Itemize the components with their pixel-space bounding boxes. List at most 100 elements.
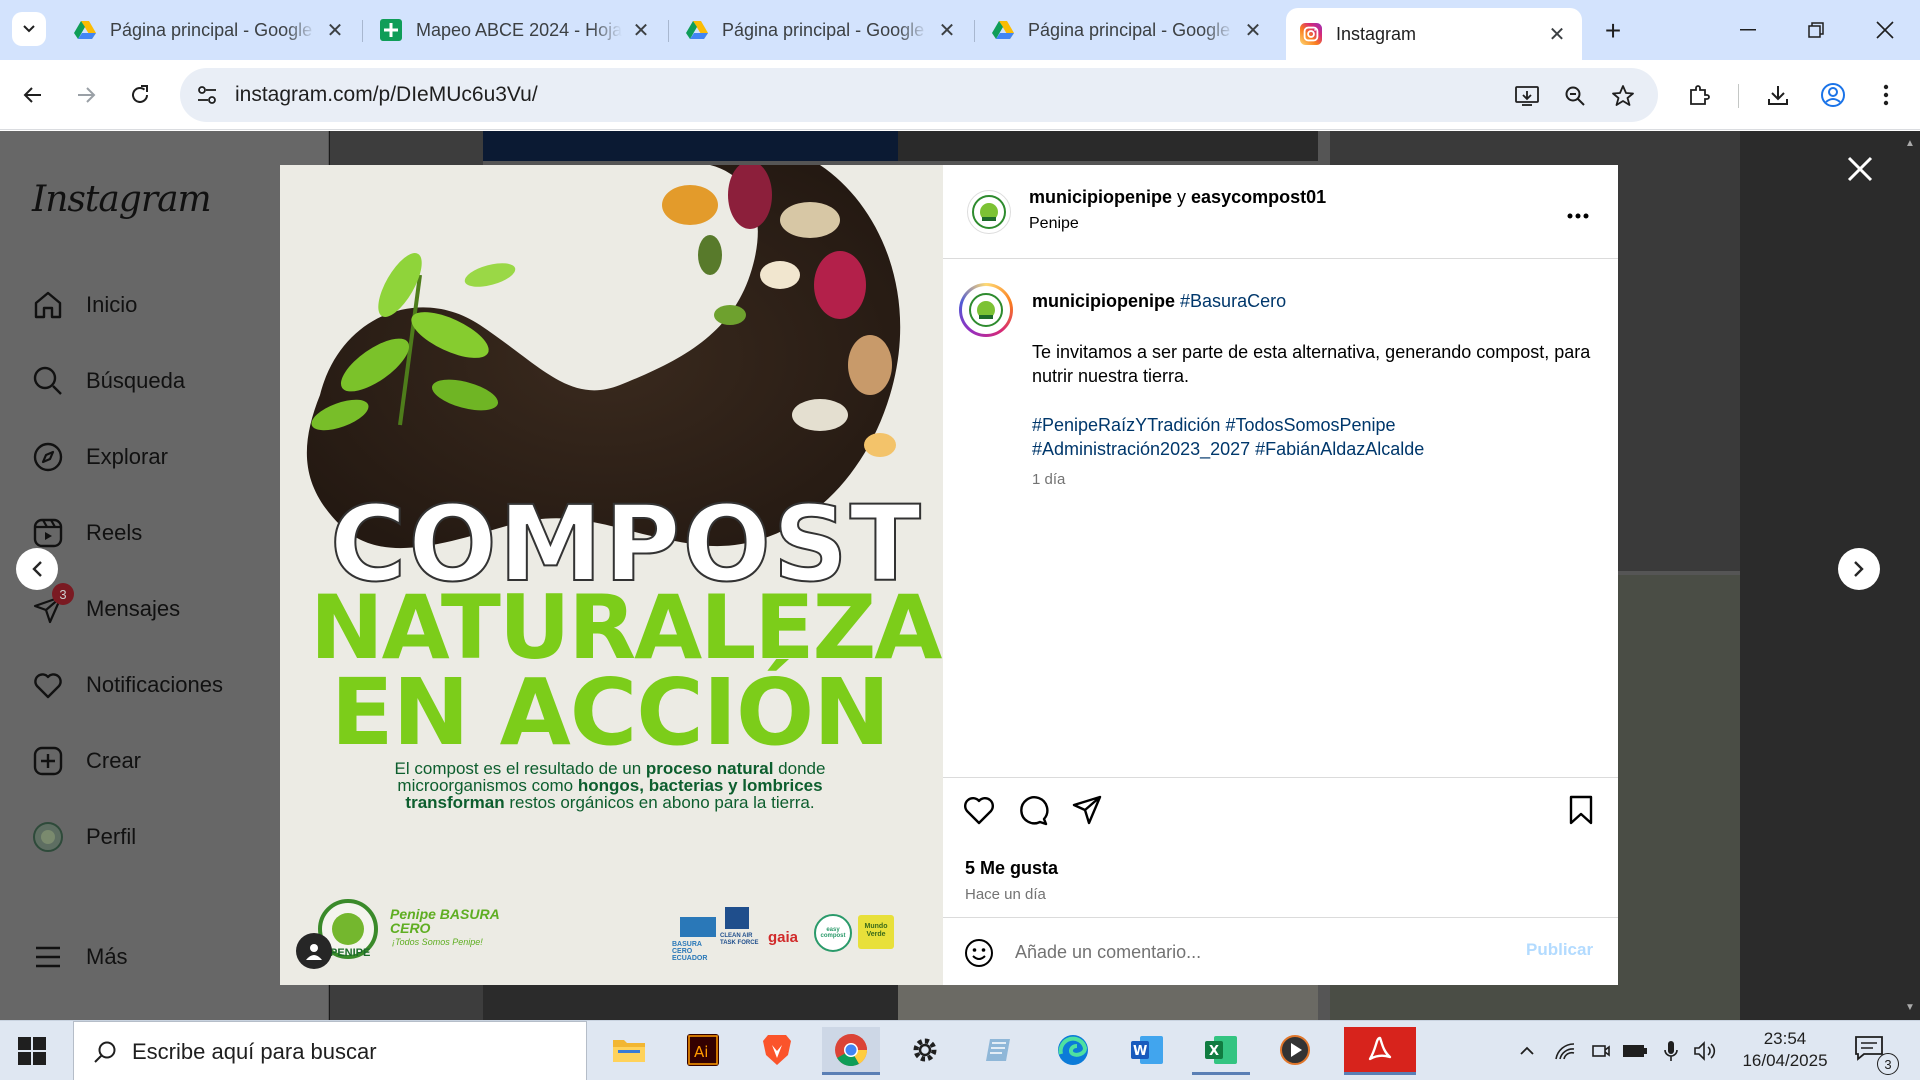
sidebar-item-explorar[interactable]: Explorar <box>30 437 168 477</box>
address-bar[interactable]: instagram.com/p/DIeMUc6u3Vu/ <box>180 68 1658 122</box>
sidebar-item-perfil[interactable]: Perfil <box>30 817 136 857</box>
hashtag-line[interactable]: #Administración2023_2027 #FabiánAldazAlc… <box>1032 437 1592 461</box>
browser-tab[interactable]: Página principal - Google Drive ✕ <box>672 8 972 52</box>
collaborator-link[interactable]: easycompost01 <box>1191 187 1326 207</box>
browser-tab[interactable]: Página principal - Google Drive ✕ <box>978 8 1278 52</box>
close-icon[interactable]: ✕ <box>1242 19 1264 42</box>
acrobat-app[interactable] <box>1344 1027 1416 1075</box>
post-image[interactable]: COMPOST NATURALEZA EN ACCIÓN El compost … <box>280 165 943 985</box>
arrow-left-icon <box>23 87 41 103</box>
hashtag-line[interactable]: #PenipeRaízYTradición #TodosSomosPenipe <box>1032 413 1592 437</box>
browser-tab[interactable]: Página principal - Google Drive ✕ <box>60 8 360 52</box>
restore-button[interactable] <box>1796 10 1836 50</box>
more-options-button[interactable] <box>1567 195 1589 226</box>
post-timestamp: Hace un día <box>965 886 1046 903</box>
scroll-up-icon[interactable]: ▲ <box>1904 137 1916 149</box>
windows-logo-pane <box>33 1052 46 1065</box>
edge-icon <box>1058 1034 1088 1065</box>
forward-button[interactable] <box>68 77 104 113</box>
scroll-down-icon[interactable]: ▼ <box>1904 1001 1916 1013</box>
show-hidden-icons-button[interactable] <box>1514 1038 1540 1064</box>
downloads-button[interactable] <box>1760 77 1796 113</box>
caption-author-link[interactable]: municipiopenipe <box>1032 291 1175 311</box>
windows-logo-pane <box>33 1037 46 1050</box>
save-button[interactable] <box>1563 792 1599 828</box>
plus-square-icon <box>30 743 66 779</box>
author-avatar[interactable] <box>967 190 1011 234</box>
likes-count[interactable]: 5 Me gusta <box>965 858 1058 879</box>
puzzle-icon <box>1690 85 1710 105</box>
minimize-button[interactable] <box>1728 10 1768 50</box>
network-icon[interactable] <box>1552 1038 1578 1064</box>
post-location[interactable]: Penipe <box>1029 215 1079 233</box>
like-button[interactable] <box>961 792 997 828</box>
sidebar-item-mensajes[interactable]: 3 Mensajes <box>30 583 180 629</box>
sidebar-item-reels[interactable]: Reels <box>30 513 142 553</box>
instagram-logo[interactable]: Instagram <box>32 179 212 220</box>
google-drive-icon <box>992 19 1014 41</box>
grid-tile <box>898 985 1318 1020</box>
site-info-icon[interactable] <box>194 82 220 108</box>
battery-icon[interactable] <box>1622 1038 1648 1064</box>
settings-app[interactable] <box>896 1027 954 1075</box>
microphone-icon[interactable] <box>1658 1038 1684 1064</box>
chevron-up-icon <box>1520 1046 1534 1055</box>
share-button[interactable] <box>1069 792 1105 828</box>
publish-button[interactable]: Publicar <box>1526 940 1593 960</box>
extensions-button[interactable] <box>1681 77 1717 113</box>
sidebar-item-label: Explorar <box>86 444 168 469</box>
excel-app[interactable]: X <box>1192 1027 1250 1075</box>
sidebar-item-inicio[interactable]: Inicio <box>30 285 137 325</box>
file-explorer-app[interactable] <box>600 1027 658 1075</box>
logo-basura-cero: Penipe BASURA CERO <box>390 906 500 936</box>
browser-tab-active[interactable]: Instagram ✕ <box>1286 8 1582 60</box>
close-icon[interactable]: ✕ <box>630 19 652 42</box>
camera-tray-icon[interactable] <box>1588 1038 1614 1064</box>
sidebar-item-notificaciones[interactable]: Notificaciones <box>30 665 223 705</box>
tagged-users-button[interactable] <box>296 933 332 969</box>
messenger-icon: 3 <box>30 583 74 627</box>
back-button[interactable] <box>15 77 51 113</box>
word-app[interactable]: W <box>1118 1027 1176 1075</box>
tab-separator <box>974 20 975 42</box>
edge-app[interactable] <box>1044 1027 1102 1075</box>
taskbar-search-input[interactable] <box>132 1036 572 1068</box>
media-player-app[interactable] <box>1266 1027 1324 1075</box>
close-icon[interactable]: ✕ <box>1546 23 1568 46</box>
close-icon[interactable]: ✕ <box>936 19 958 42</box>
close-window-button[interactable] <box>1865 10 1905 50</box>
sidebar-item-crear[interactable]: Crear <box>30 741 141 781</box>
previous-post-button[interactable] <box>16 548 58 590</box>
install-app-icon[interactable] <box>1512 81 1542 111</box>
taskbar-search[interactable] <box>73 1021 587 1080</box>
sidebar-item-mas[interactable]: Más <box>30 937 128 977</box>
page-scrollbar[interactable]: ▲ ▼ <box>1900 131 1920 1020</box>
adobe-illustrator-app[interactable]: Ai <box>674 1027 732 1075</box>
grid-tile <box>898 131 1318 161</box>
hashtag-link[interactable]: #BasuraCero <box>1180 291 1286 311</box>
chrome-app[interactable] <box>822 1027 880 1075</box>
menu-button[interactable] <box>1868 77 1904 113</box>
new-tab-button[interactable]: + <box>1597 15 1629 47</box>
author-link[interactable]: municipiopenipe <box>1029 187 1172 207</box>
sidebar-item-busqueda[interactable]: Búsqueda <box>30 361 185 401</box>
reload-button[interactable] <box>122 77 158 113</box>
profile-button[interactable] <box>1815 77 1851 113</box>
caption-avatar[interactable] <box>959 283 1013 337</box>
close-icon[interactable]: ✕ <box>324 19 346 42</box>
notes-app[interactable] <box>970 1027 1028 1075</box>
close-post-button[interactable] <box>1840 149 1880 189</box>
taskbar-clock[interactable]: 23:54 16/04/2025 <box>1730 1028 1840 1072</box>
comment-input[interactable] <box>1015 936 1495 968</box>
next-post-button[interactable] <box>1838 548 1880 590</box>
emoji-button[interactable] <box>963 937 995 969</box>
tab-search-button[interactable] <box>12 12 46 46</box>
bookmark-star-icon[interactable] <box>1608 81 1638 111</box>
zoom-icon[interactable] <box>1560 81 1590 111</box>
windows-start-button[interactable] <box>18 1037 46 1065</box>
brave-browser-app[interactable] <box>748 1027 806 1075</box>
comment-button[interactable] <box>1015 792 1051 828</box>
url-text[interactable]: instagram.com/p/DIeMUc6u3Vu/ <box>235 83 538 107</box>
browser-tab[interactable]: Mapeo ABCE 2024 - Hoja de cálculo ✕ <box>366 8 666 52</box>
volume-icon[interactable] <box>1692 1038 1718 1064</box>
